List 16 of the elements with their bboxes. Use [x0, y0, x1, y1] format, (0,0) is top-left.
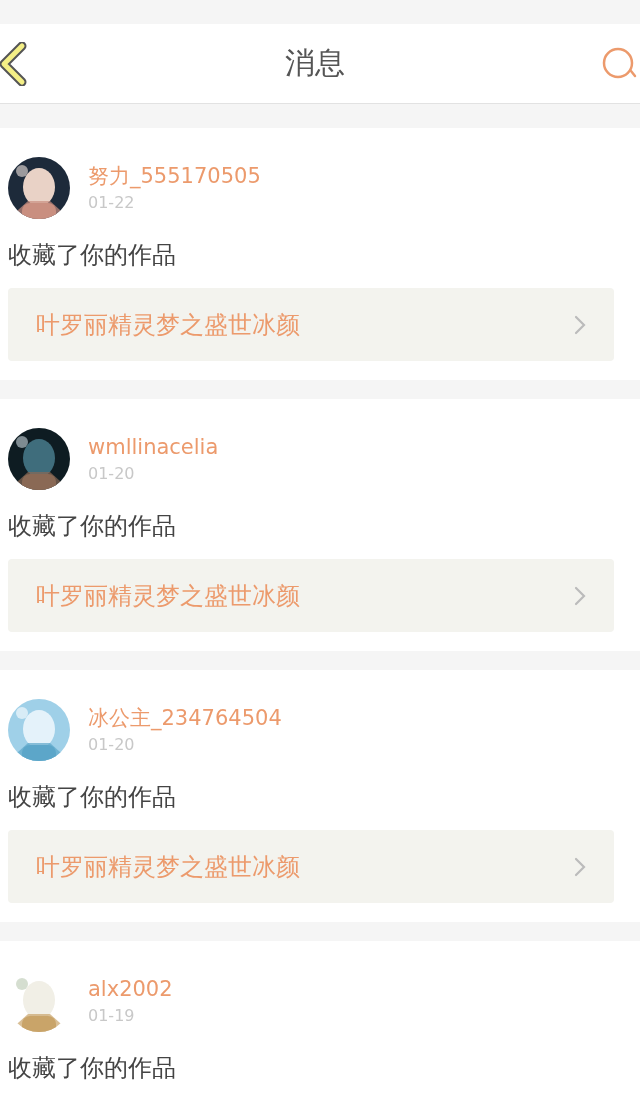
work-link[interactable]: 叶罗丽精灵梦之盛世冰颜: [8, 288, 614, 361]
user-name[interactable]: 努力_555170505: [88, 162, 261, 190]
user-name[interactable]: 冰公主_234764504: [88, 704, 282, 732]
work-link[interactable]: 叶罗丽精灵梦之盛世冰颜: [8, 559, 614, 632]
chevron-right-icon: [574, 856, 586, 877]
work-link[interactable]: 叶罗丽精灵梦之盛世冰颜: [8, 830, 614, 903]
message-text: 收藏了你的作品: [8, 511, 177, 541]
message-text: 收藏了你的作品: [8, 782, 177, 812]
chevron-right-icon: [574, 314, 586, 335]
page-title: 消息: [285, 44, 345, 82]
message-text: 收藏了你的作品: [8, 1053, 177, 1083]
back-icon[interactable]: [0, 41, 28, 86]
user-name[interactable]: wmllinacelia: [88, 433, 219, 461]
user-name[interactable]: alx2002: [88, 975, 173, 1003]
chevron-right-icon: [574, 585, 586, 606]
message-text: 收藏了你的作品: [8, 240, 177, 270]
